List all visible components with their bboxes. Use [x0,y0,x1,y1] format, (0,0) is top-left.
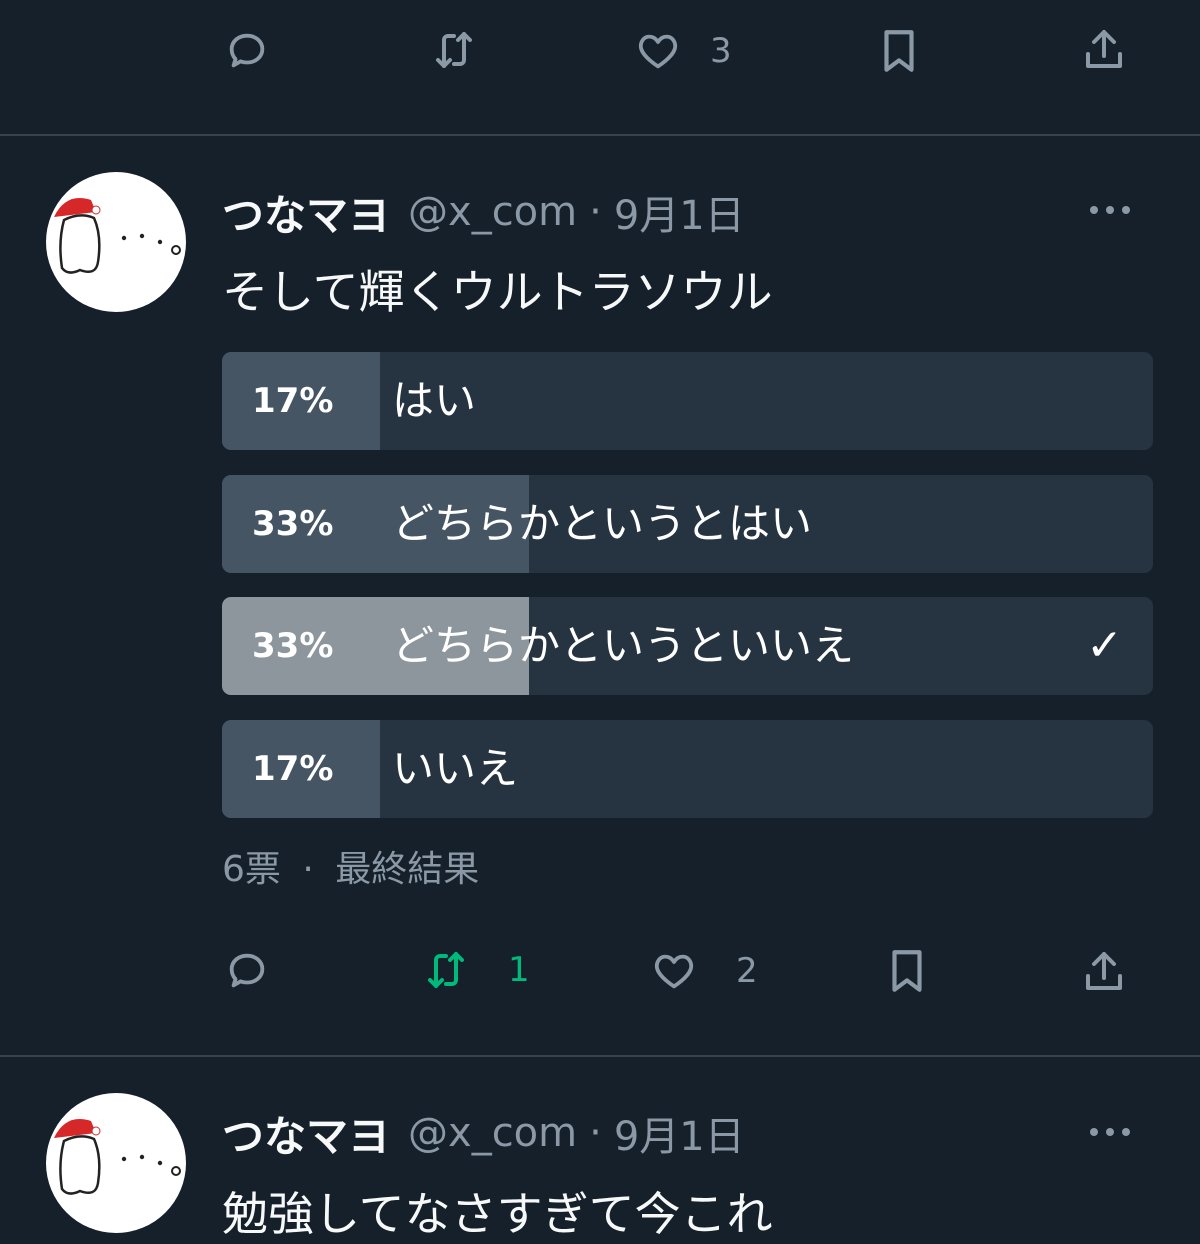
like-button[interactable]: 2 [650,948,758,994]
poll-percent: 33% [252,504,334,544]
timestamp[interactable]: 9月1日 [614,183,745,241]
poll-option-chosen: 33% どちらかというといいえ ✓ [222,597,1153,695]
share-icon [1086,952,1122,990]
user-handle[interactable]: @x_com [408,1110,577,1156]
poll-percent: 17% [252,381,334,421]
separator: · [589,1110,602,1156]
tweet-divider [0,1055,1200,1057]
reply-button[interactable] [224,28,270,74]
check-icon: ✓ [1086,620,1123,671]
bookmark-button[interactable] [874,24,924,78]
display-name[interactable]: つなマヨ [222,182,390,243]
separator: · [589,189,602,235]
more-button[interactable] [1090,200,1130,220]
display-name[interactable]: つなマヨ [222,1103,390,1164]
tweet-divider [0,134,1200,136]
avatar-image [54,1119,181,1195]
like-icon [638,34,678,69]
retweet-icon [436,32,472,68]
share-button[interactable] [1080,946,1128,998]
poll-option: 17% はい [222,352,1153,450]
reply-icon [229,953,265,988]
separator: · [302,849,314,890]
poll-percent: 17% [252,749,334,789]
tweet-text: そして輝くウルトラソウル [222,265,773,319]
bookmark-icon [892,950,922,992]
tweet-header: つなマヨ @x_com · 9月1日 [222,184,745,240]
retweet-count: 1 [508,950,530,990]
poll-status: 最終結果 [335,849,480,890]
poll-option-label: どちらかというとはい [392,499,813,548]
more-icon [1090,206,1098,214]
avatar[interactable] [46,172,186,312]
like-button[interactable]: 3 [634,28,732,74]
poll-option-label: いいえ [392,744,519,793]
user-handle[interactable]: @x_com [408,189,577,235]
vote-count: 6票 [222,849,281,890]
like-count: 3 [710,31,732,71]
tweet-header: つなマヨ @x_com · 9月1日 [222,1105,745,1161]
more-icon [1090,1128,1098,1136]
avatar[interactable] [46,1093,186,1233]
retweet-icon [428,952,464,988]
reply-button[interactable] [224,948,270,994]
reply-icon [229,33,265,68]
retweet-button[interactable] [430,26,478,74]
retweet-button[interactable]: 1 [422,946,530,994]
poll-percent: 33% [252,626,334,666]
poll-footer: 6票 · 最終結果 [222,840,479,892]
avatar-image [54,198,181,274]
share-icon [1086,30,1122,68]
like-count: 2 [736,951,758,991]
poll-option: 17% いいえ [222,720,1153,818]
tweet-text: 勉強してなさすぎて今これ [222,1187,773,1241]
like-icon [654,954,694,989]
poll-option-label: どちらかというといいえ [392,621,855,670]
share-button[interactable] [1080,24,1128,76]
timestamp[interactable]: 9月1日 [614,1104,745,1162]
poll-option: 33% どちらかというとはい [222,475,1153,573]
bookmark-icon [884,30,914,72]
more-button[interactable] [1090,1122,1130,1142]
bookmark-button[interactable] [882,944,932,998]
poll-option-label: はい [392,376,477,425]
